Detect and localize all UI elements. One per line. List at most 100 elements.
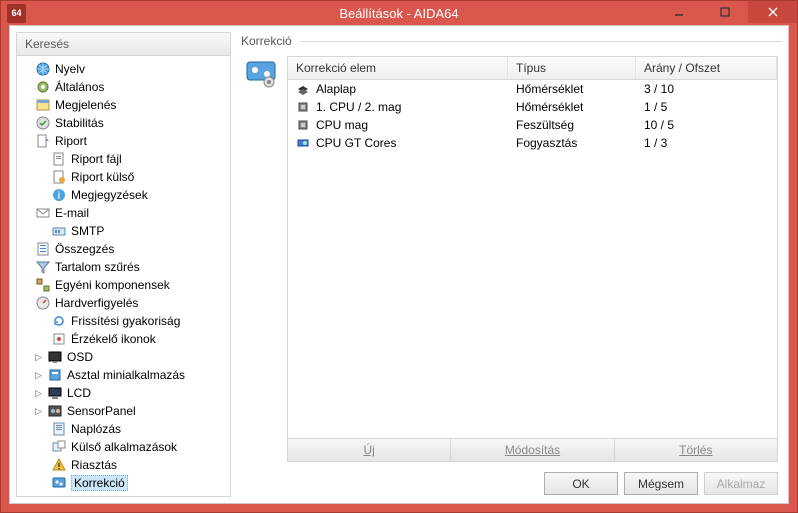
nav-label: OSD bbox=[67, 350, 93, 364]
layout-icon bbox=[35, 97, 51, 113]
modify-button[interactable]: Módosítás bbox=[451, 439, 614, 461]
list-icon bbox=[35, 241, 51, 257]
cell: 1 / 5 bbox=[644, 100, 667, 114]
nav-riport-kulso[interactable]: Riport külső bbox=[21, 168, 228, 186]
minimize-button[interactable] bbox=[656, 1, 702, 23]
sensor-icon bbox=[51, 331, 67, 347]
nav-label: Riasztás bbox=[71, 458, 117, 472]
nav-label: Korrekció bbox=[71, 475, 128, 491]
section-header: Korrekció bbox=[241, 32, 782, 56]
nav-label: Riport fájl bbox=[71, 152, 122, 166]
gear-icon bbox=[35, 79, 51, 95]
apply-button[interactable]: Alkalmaz bbox=[704, 472, 778, 495]
new-button[interactable]: Új bbox=[288, 439, 451, 461]
delete-button[interactable]: Törlés bbox=[615, 439, 777, 461]
nav-asztal-minialkalmazas[interactable]: ▷ Asztal minialkalmazás bbox=[21, 366, 228, 384]
cell: Alaplap bbox=[316, 82, 356, 96]
nav-naplozas[interactable]: Naplózás bbox=[21, 420, 228, 438]
nav-label: Általános bbox=[55, 80, 104, 94]
motherboard-icon bbox=[296, 82, 310, 96]
globe-icon bbox=[35, 61, 51, 77]
nav-label: SMTP bbox=[71, 224, 104, 238]
main-panel: Korrekció Korrekció elem Típus Arány / O… bbox=[241, 32, 782, 497]
cell: Hőmérséklet bbox=[516, 100, 583, 114]
col-ratio[interactable]: Arány / Ofszet bbox=[636, 57, 777, 79]
nav-label: Stabilitás bbox=[55, 116, 104, 130]
nav-riport-fajl[interactable]: Riport fájl bbox=[21, 150, 228, 168]
nav-tartalom-szures[interactable]: Tartalom szűrés bbox=[21, 258, 228, 276]
cell: Hőmérséklet bbox=[516, 82, 583, 96]
log-icon bbox=[51, 421, 67, 437]
nav-riport[interactable]: Riport bbox=[21, 132, 228, 150]
smtp-icon bbox=[51, 223, 67, 239]
cell: Fogyasztás bbox=[516, 136, 577, 150]
client-area: Keresés Nyelv Általános bbox=[9, 25, 789, 504]
nav-label: Tartalom szűrés bbox=[55, 260, 140, 274]
cell: CPU GT Cores bbox=[316, 136, 396, 150]
dialog-buttons: OK Mégsem Alkalmaz bbox=[241, 462, 782, 497]
table-row[interactable]: CPU mag Feszültség 10 / 5 bbox=[288, 116, 777, 134]
funnel-icon bbox=[35, 259, 51, 275]
close-button[interactable] bbox=[748, 1, 797, 23]
nav-nyelv[interactable]: Nyelv bbox=[21, 60, 228, 78]
cell: 3 / 10 bbox=[644, 82, 674, 96]
table-header: Korrekció elem Típus Arány / Ofszet bbox=[288, 57, 777, 80]
components-icon bbox=[35, 277, 51, 293]
nav-label: Riport bbox=[55, 134, 87, 148]
nav-erzekelo-ikonok[interactable]: Érzékelő ikonok bbox=[21, 330, 228, 348]
nav-label: Asztal minialkalmazás bbox=[67, 368, 185, 382]
nav-frissitesi-gyakorisag[interactable]: Frissítési gyakoriság bbox=[21, 312, 228, 330]
cancel-button[interactable]: Mégsem bbox=[624, 472, 698, 495]
nav-altalanos[interactable]: Általános bbox=[21, 78, 228, 96]
nav-label: E-mail bbox=[55, 206, 89, 220]
expand-icon[interactable]: ▷ bbox=[33, 388, 44, 399]
nav-tree[interactable]: Nyelv Általános Megjelenés bbox=[17, 56, 230, 496]
nav-smtp[interactable]: SMTP bbox=[21, 222, 228, 240]
nav-kulso-alkalmazasok[interactable]: Külső alkalmazások bbox=[21, 438, 228, 456]
nav-stabilitas[interactable]: Stabilitás bbox=[21, 114, 228, 132]
expand-icon[interactable]: ▷ bbox=[33, 370, 44, 381]
cell: 10 / 5 bbox=[644, 118, 674, 132]
nav-lcd[interactable]: ▷ LCD bbox=[21, 384, 228, 402]
col-type[interactable]: Típus bbox=[508, 57, 636, 79]
sidebar-header: Keresés bbox=[17, 33, 230, 56]
gpu-icon bbox=[296, 136, 310, 150]
nav-osszegzes[interactable]: Összegzés bbox=[21, 240, 228, 258]
maximize-button[interactable] bbox=[702, 1, 748, 23]
cell: CPU mag bbox=[316, 118, 368, 132]
table-body[interactable]: Alaplap Hőmérséklet 3 / 10 1. CPU / 2. m… bbox=[288, 80, 777, 438]
table-row[interactable]: CPU GT Cores Fogyasztás 1 / 3 bbox=[288, 134, 777, 152]
nav-egyeni-komponensek[interactable]: Egyéni komponensek bbox=[21, 276, 228, 294]
table-row[interactable]: Alaplap Hőmérséklet 3 / 10 bbox=[288, 80, 777, 98]
correction-large-icon bbox=[245, 58, 277, 90]
nav-megjelenes[interactable]: Megjelenés bbox=[21, 96, 228, 114]
nav-korrekcio[interactable]: Korrekció bbox=[21, 474, 228, 492]
ok-button[interactable]: OK bbox=[544, 472, 618, 495]
correction-icon bbox=[51, 475, 67, 491]
nav-megjegyzesek[interactable]: i Megjegyzések bbox=[21, 186, 228, 204]
nav-label: Érzékelő ikonok bbox=[71, 332, 156, 346]
col-elem[interactable]: Korrekció elem bbox=[288, 57, 508, 79]
osd-icon bbox=[47, 349, 63, 365]
cpu-icon bbox=[296, 100, 310, 114]
gadget-icon bbox=[47, 367, 63, 383]
file-icon bbox=[51, 151, 67, 167]
info-icon: i bbox=[51, 187, 67, 203]
nav-label: Külső alkalmazások bbox=[71, 440, 177, 454]
nav-riasztas[interactable]: Riasztás bbox=[21, 456, 228, 474]
stability-icon bbox=[35, 115, 51, 131]
table-row[interactable]: 1. CPU / 2. mag Hőmérséklet 1 / 5 bbox=[288, 98, 777, 116]
svg-text:i: i bbox=[58, 188, 61, 202]
nav-label: Egyéni komponensek bbox=[55, 278, 170, 292]
expand-icon[interactable]: ▷ bbox=[33, 406, 44, 417]
nav-hardverfigyeles[interactable]: Hardverfigyelés bbox=[21, 294, 228, 312]
nav-sensorpanel[interactable]: ▷ SensorPanel bbox=[21, 402, 228, 420]
correction-table: Korrekció elem Típus Arány / Ofszet Alap… bbox=[287, 56, 778, 462]
nav-label: Nyelv bbox=[55, 62, 85, 76]
lcd-icon bbox=[47, 385, 63, 401]
nav-label: Összegzés bbox=[55, 242, 114, 256]
nav-osd[interactable]: ▷ OSD bbox=[21, 348, 228, 366]
cpu-icon bbox=[296, 118, 310, 132]
nav-email[interactable]: E-mail bbox=[21, 204, 228, 222]
expand-icon[interactable]: ▷ bbox=[33, 352, 44, 363]
